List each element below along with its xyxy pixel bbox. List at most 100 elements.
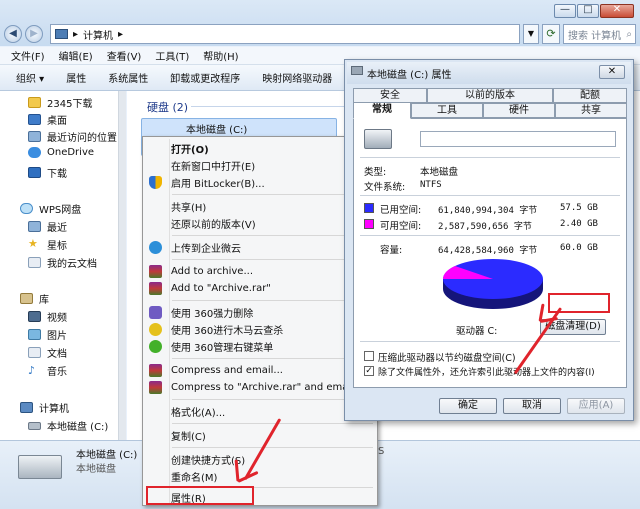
- nav-item-wps-starred[interactable]: ★ 星标: [28, 237, 67, 252]
- menu-item-open-new-window[interactable]: 在新窗口中打开(E): [146, 157, 376, 174]
- menu-help[interactable]: 帮助(H): [203, 48, 238, 63]
- menu-item-restore-versions[interactable]: 还原以前的版本(V): [146, 215, 376, 232]
- menu-item-add-to-archive[interactable]: Add to archive...: [146, 263, 376, 280]
- menu-item-label: 重命名(M): [171, 473, 218, 484]
- menu-item-label: Compress to "Archive.rar" and email: [171, 382, 354, 393]
- menu-item-compress-email[interactable]: Compress and email...: [146, 362, 376, 379]
- nav-item-wps-recent[interactable]: 最近: [28, 219, 67, 234]
- cloud-upload-icon: [149, 241, 162, 254]
- forward-icon[interactable]: ▶: [25, 25, 43, 43]
- index-contents-checkbox[interactable]: ✓: [364, 366, 374, 376]
- tab-security[interactable]: 安全: [353, 88, 427, 103]
- minimize-button[interactable]: —: [554, 4, 576, 18]
- properties-button[interactable]: 属性: [66, 70, 86, 85]
- nav-item-label: 库: [39, 295, 49, 306]
- folder-icon: [28, 97, 41, 108]
- menu-separator: [172, 235, 373, 236]
- free-space-label: 可用空间:: [380, 221, 422, 232]
- type-value: 本地磁盘: [420, 167, 459, 178]
- winrar-icon: [149, 282, 162, 295]
- address-dropdown-icon[interactable]: ▼: [523, 24, 539, 44]
- map-network-drive-button[interactable]: 映射网络驱动器: [262, 70, 332, 85]
- window-controls: — □ ✕: [554, 4, 634, 18]
- close-button[interactable]: ✕: [600, 4, 634, 18]
- nav-item-videos[interactable]: 视频: [28, 309, 67, 324]
- menu-separator: [172, 399, 373, 400]
- nav-item-2345download[interactable]: 2345下载: [28, 95, 92, 110]
- menu-item-bitlocker[interactable]: 启用 BitLocker(B)...: [146, 174, 376, 191]
- menu-item-format[interactable]: 格式化(A)...: [146, 403, 376, 420]
- menu-tools[interactable]: 工具(T): [155, 48, 189, 63]
- tab-hardware[interactable]: 硬件: [483, 103, 555, 118]
- nav-item-desktop[interactable]: 桌面: [28, 112, 67, 127]
- nav-item-wps-my-docs[interactable]: 我的云文档: [28, 255, 97, 270]
- nav-item-pictures[interactable]: 图片: [28, 327, 67, 342]
- nav-item-label: 桌面: [47, 116, 67, 127]
- address-path[interactable]: 计算机: [83, 27, 113, 42]
- address-bar[interactable]: ▸ 计算机 ▸: [50, 24, 520, 44]
- nav-item-documents[interactable]: 文档: [28, 345, 67, 360]
- system-properties-button[interactable]: 系统属性: [108, 70, 148, 85]
- hard-disks-group-title[interactable]: 硬盘 (2): [147, 99, 188, 115]
- nav-item-label: 图片: [47, 331, 67, 342]
- refresh-icon[interactable]: ⟳: [542, 24, 560, 44]
- onedrive-icon: [28, 147, 41, 158]
- nav-item-recent-places[interactable]: 最近访问的位置: [28, 129, 117, 144]
- free-space-swatch: [364, 219, 374, 229]
- uninstall-program-button[interactable]: 卸载或更改程序: [170, 70, 240, 85]
- back-icon[interactable]: ◀: [4, 25, 22, 43]
- tab-previous-versions[interactable]: 以前的版本: [427, 88, 553, 103]
- dialog-close-button[interactable]: ✕: [599, 65, 625, 79]
- nav-item-onedrive[interactable]: OneDrive: [28, 147, 94, 158]
- hard-drive-icon: [364, 129, 392, 149]
- apply-button[interactable]: 应用(A): [567, 398, 625, 414]
- index-contents-label: 除了文件属性外，还允许索引此驱动器上文件的内容(I): [378, 368, 595, 378]
- menu-item-label: 使用 360进行木马云查杀: [171, 326, 284, 337]
- organize-button[interactable]: 组织 ▾: [16, 70, 44, 85]
- volume-label-input[interactable]: [420, 131, 616, 147]
- nav-item-local-disk-c[interactable]: 本地磁盘 (C:): [28, 418, 108, 433]
- nav-scrollbar[interactable]: [118, 91, 126, 440]
- menu-item-360-manage-menu[interactable]: 使用 360管理右键菜单: [146, 338, 376, 355]
- menu-edit[interactable]: 编辑(E): [59, 48, 93, 63]
- menu-item-label: 启用 BitLocker(B)...: [171, 179, 265, 190]
- menu-item-add-to-archive-rar[interactable]: Add to "Archive.rar": [146, 280, 376, 297]
- tab-sharing[interactable]: 共享: [555, 103, 627, 118]
- document-icon: [28, 347, 41, 358]
- menu-item-upload-weiyun[interactable]: 上传到企业微云: [146, 239, 376, 256]
- nav-item-computer[interactable]: 计算机: [20, 400, 69, 415]
- nav-item-label: OneDrive: [47, 147, 95, 158]
- video-icon: [28, 311, 41, 322]
- menu-view[interactable]: 查看(V): [107, 48, 142, 63]
- nav-item-label: 本地磁盘 (C:): [47, 422, 109, 433]
- tab-general[interactable]: 常规: [353, 102, 411, 119]
- menu-item-open[interactable]: 打开(O): [146, 140, 376, 157]
- menu-item-share[interactable]: 共享(H): [146, 198, 376, 215]
- search-input[interactable]: 搜索 计算机 ⌕: [563, 24, 636, 44]
- navigation-pane: 2345下载 桌面 最近访问的位置 OneDrive 下载 WPS网盘 最近 ★…: [0, 91, 126, 440]
- menu-item-360-trojan-scan[interactable]: 使用 360进行木马云查杀: [146, 321, 376, 338]
- cancel-button[interactable]: 取消: [503, 398, 561, 414]
- properties-dialog: 本地磁盘 (C:) 属性 ✕ 安全 以前的版本 配额 常规 工具 硬件 共享 类…: [344, 59, 634, 421]
- compress-drive-checkbox[interactable]: [364, 351, 374, 361]
- menu-item-360-force-delete[interactable]: 使用 360强力删除: [146, 304, 376, 321]
- clock-icon: [28, 221, 41, 232]
- winrar-icon: [149, 381, 162, 394]
- menu-item-copy[interactable]: 复制(C): [146, 427, 376, 444]
- tab-quota[interactable]: 配额: [553, 88, 627, 103]
- nav-item-music[interactable]: ♪ 音乐: [28, 363, 67, 378]
- menu-item-compress-rar-email[interactable]: Compress to "Archive.rar" and email: [146, 379, 376, 396]
- menu-item-rename[interactable]: 重命名(M): [146, 468, 376, 485]
- details-drive-type: 本地磁盘: [76, 464, 116, 475]
- search-icon[interactable]: ⌕: [626, 29, 632, 40]
- nav-item-libraries[interactable]: 库: [20, 291, 49, 306]
- ok-button[interactable]: 确定: [439, 398, 497, 414]
- used-space-size: 57.5 GB: [560, 203, 598, 213]
- maximize-button[interactable]: □: [577, 4, 599, 18]
- hard-drive-icon: [18, 455, 62, 479]
- details-fs-fragment: S: [378, 446, 385, 457]
- menu-file[interactable]: 文件(F): [11, 48, 45, 63]
- nav-item-wps-drive[interactable]: WPS网盘: [20, 201, 81, 216]
- nav-item-downloads[interactable]: 下载: [28, 165, 67, 180]
- tab-tools[interactable]: 工具: [411, 103, 483, 118]
